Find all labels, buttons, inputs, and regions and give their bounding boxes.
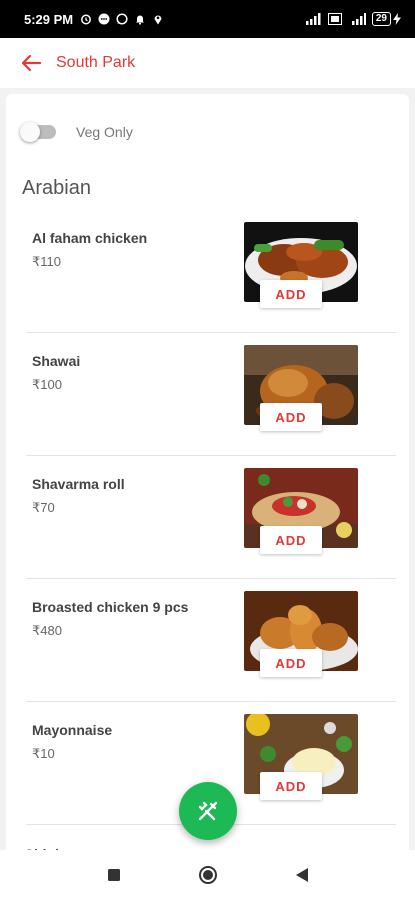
menu-fab[interactable] — [179, 782, 237, 840]
nav-recent-button[interactable] — [102, 863, 126, 887]
notification-bell-icon — [136, 15, 145, 25]
add-button[interactable]: ADD — [260, 526, 322, 554]
status-time: 5:29 PM — [24, 11, 74, 27]
volte-icon — [327, 13, 342, 25]
menu-card: Veg Only Arabian Al faham chicken ₹110 A… — [6, 94, 409, 864]
section-title: Arabian — [22, 177, 91, 199]
add-button[interactable]: ADD — [260, 772, 322, 800]
square-icon — [107, 869, 120, 881]
menu-item: Al faham chicken ₹110 ADD — [6, 210, 409, 333]
app-header: South Park — [0, 38, 415, 88]
system-nav-bar — [0, 850, 415, 900]
signal-icon — [305, 13, 321, 25]
status-bar: 5:29 PM 29 — [0, 0, 415, 38]
item-name: Shawai — [32, 353, 81, 369]
battery-indicator: 29 — [371, 12, 401, 26]
menu-item: Shawai ₹100 ADD — [6, 333, 409, 456]
battery-level: 29 — [371, 12, 391, 26]
item-price: ₹100 — [32, 377, 62, 392]
menu-item: Shavarma roll ₹70 ADD — [6, 456, 409, 579]
page-title: South Park — [56, 54, 136, 71]
add-button[interactable]: ADD — [260, 403, 322, 431]
item-name: Broasted chicken 9 pcs — [32, 599, 189, 615]
item-name: Al faham chicken — [32, 230, 148, 246]
circle-icon — [198, 866, 217, 884]
charging-icon — [393, 13, 401, 25]
fork-knife-icon — [198, 801, 218, 821]
alarm-icon — [81, 14, 92, 25]
menu-item: Broasted chicken 9 pcs ₹480 ADD — [6, 579, 409, 702]
item-price: ₹480 — [32, 623, 62, 638]
item-price: ₹110 — [32, 254, 61, 269]
item-price: ₹10 — [32, 746, 55, 761]
add-button[interactable]: ADD — [260, 280, 322, 308]
item-price: ₹70 — [32, 500, 55, 515]
signal-icon-2 — [351, 13, 366, 25]
message-icon — [98, 13, 110, 25]
location-icon — [154, 15, 162, 25]
nav-home-button[interactable] — [196, 863, 220, 887]
item-name: Mayonnaise — [32, 722, 113, 738]
toggle-knob — [20, 122, 40, 142]
veg-only-filter: Veg Only — [20, 122, 133, 142]
item-name: Shavarma roll — [32, 476, 125, 492]
veg-only-toggle[interactable] — [20, 122, 58, 142]
veg-only-label: Veg Only — [76, 124, 133, 140]
nav-back-button[interactable] — [290, 863, 314, 887]
arrow-left-icon[interactable] — [20, 52, 42, 74]
triangle-back-icon — [295, 868, 308, 882]
add-button[interactable]: ADD — [260, 649, 322, 677]
whatsapp-icon — [116, 13, 128, 25]
